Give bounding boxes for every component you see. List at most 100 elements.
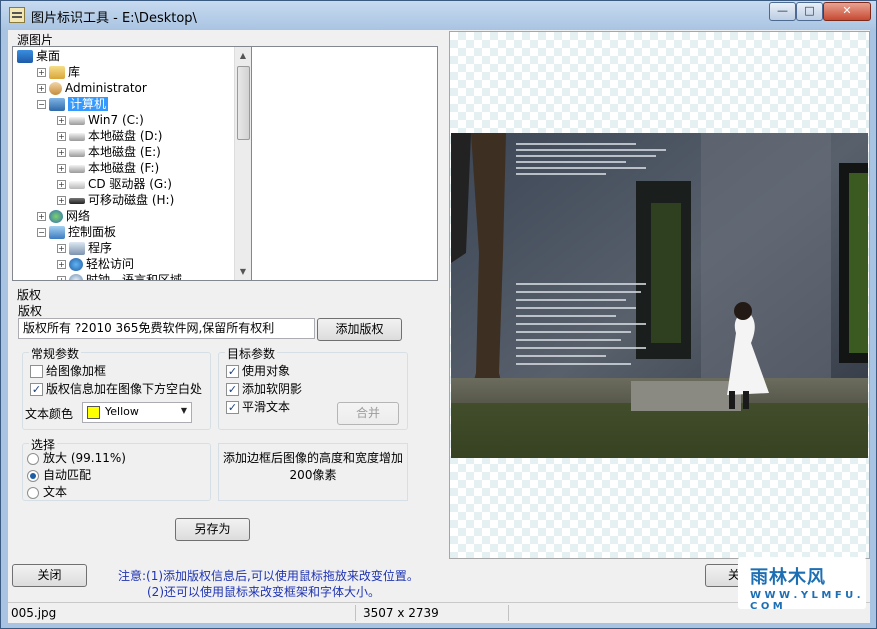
status-dimensions: 3507 x 2739 bbox=[363, 606, 439, 620]
drive-icon bbox=[69, 132, 85, 141]
expand-icon[interactable]: + bbox=[57, 260, 66, 269]
target-params-group: 目标参数 ✓ 使用对象 ✓ 添加软阴影 ✓ 平滑文本 合并 bbox=[218, 345, 408, 430]
add-copyright-button[interactable]: 添加版权 bbox=[317, 318, 402, 341]
tree-item[interactable]: + 本地磁盘 (D:) bbox=[57, 128, 162, 144]
info-below-label: 版权信息加在图像下方空白处 bbox=[46, 382, 203, 396]
expand-icon[interactable]: + bbox=[57, 116, 66, 125]
expand-icon[interactable]: + bbox=[37, 68, 46, 77]
select-option[interactable]: 自动匹配 bbox=[27, 467, 91, 483]
maximize-button[interactable]: □ bbox=[796, 2, 823, 21]
user-icon bbox=[49, 82, 62, 95]
image-preview[interactable] bbox=[449, 31, 870, 559]
tree-scrollbar[interactable]: ▲ ▼ bbox=[234, 47, 251, 280]
use-object-checkbox[interactable]: ✓ 使用对象 bbox=[226, 363, 290, 379]
expand-icon[interactable]: + bbox=[57, 196, 66, 205]
tree-item[interactable]: + Win7 (C:) bbox=[57, 112, 144, 128]
watermark-url-text: W W W . Y L M F U . C O M bbox=[750, 590, 861, 612]
use-object-label: 使用对象 bbox=[242, 364, 291, 378]
usage-note-line-2: (2)还可以使用鼠标来改变框架和字体大小。 bbox=[147, 585, 380, 599]
radio-button[interactable] bbox=[27, 452, 39, 465]
collapse-icon[interactable]: − bbox=[37, 228, 46, 237]
merge-button[interactable]: 合并 bbox=[337, 402, 399, 425]
control-panel-icon bbox=[49, 226, 65, 239]
tree-item-label: 时钟、语言和区域 bbox=[86, 273, 183, 281]
expand-icon[interactable]: + bbox=[57, 244, 66, 253]
expand-icon[interactable]: + bbox=[57, 164, 66, 173]
tree-item-label: 桌面 bbox=[36, 49, 61, 63]
copyright-field-label: 版权 bbox=[18, 304, 43, 318]
computer-icon bbox=[49, 98, 65, 111]
tree-item-label: 本地磁盘 (F:) bbox=[88, 161, 160, 175]
expand-icon[interactable]: + bbox=[57, 148, 66, 157]
tree-item[interactable]: + 程序 bbox=[57, 240, 112, 256]
expand-icon[interactable]: + bbox=[37, 84, 46, 93]
app-window: 图片标识工具 - E:\Desktop\ — □ ✕ 源图片 桌面 + 库 + Admi… bbox=[0, 0, 877, 629]
smooth-text-label: 平滑文本 bbox=[242, 400, 291, 414]
window-title: 图片标识工具 - E:\Desktop\ bbox=[31, 11, 197, 26]
tree-item[interactable]: 桌面 bbox=[17, 48, 60, 64]
smooth-text-box[interactable]: ✓ bbox=[226, 401, 239, 414]
tree-item[interactable]: + 库 bbox=[37, 64, 80, 80]
expand-icon[interactable]: + bbox=[57, 180, 66, 189]
soft-shadow-box[interactable]: ✓ bbox=[226, 383, 239, 396]
copyright-section-label: 版权 bbox=[17, 288, 42, 302]
tree-item[interactable]: + 本地磁盘 (E:) bbox=[57, 144, 161, 160]
desktop-icon bbox=[17, 50, 33, 63]
scroll-thumb[interactable] bbox=[237, 66, 250, 140]
text-color-value: Yellow bbox=[105, 405, 139, 418]
close-button[interactable]: 关闭 bbox=[12, 564, 87, 587]
tree-item[interactable]: + Administrator bbox=[37, 80, 147, 96]
tree-item-label: 控制面板 bbox=[68, 225, 117, 239]
tree-item[interactable]: − 计算机 bbox=[37, 96, 109, 112]
tree-item[interactable]: + 网络 bbox=[37, 208, 90, 224]
collapse-icon[interactable]: − bbox=[37, 100, 46, 109]
select-option[interactable]: 文本 bbox=[27, 484, 67, 500]
expand-icon[interactable]: + bbox=[37, 212, 46, 221]
copyright-input[interactable]: 版权所有 ?2010 365免费软件网,保留所有权利 bbox=[18, 318, 315, 339]
tree-item[interactable]: + 轻松访问 bbox=[57, 256, 134, 272]
photo-image bbox=[451, 133, 868, 458]
use-object-box[interactable]: ✓ bbox=[226, 365, 239, 378]
tree-item-label: 程序 bbox=[88, 241, 113, 255]
title-bar[interactable]: 图片标识工具 - E:\Desktop\ — □ ✕ bbox=[1, 1, 876, 30]
select-option[interactable]: 放大 (99.11%) bbox=[27, 450, 126, 466]
file-list[interactable] bbox=[251, 46, 438, 281]
watermark-main-text: 雨林木风 bbox=[750, 567, 826, 588]
dropdown-arrow-icon[interactable]: ▼ bbox=[181, 406, 187, 415]
minimize-button[interactable]: — bbox=[769, 2, 796, 21]
tree-item-label: 计算机 bbox=[68, 97, 109, 111]
border-note-box: 添加边框后图像的高度和宽度增加200像素 bbox=[218, 443, 408, 501]
info-below-checkbox[interactable]: ✓ 版权信息加在图像下方空白处 bbox=[30, 381, 202, 397]
folder-tree[interactable]: 桌面 + 库 + Administrator − 计算机 + Win7 (C:) + 本地磁盘 (D… bbox=[12, 46, 252, 281]
radio-button[interactable] bbox=[27, 469, 39, 482]
text-color-select[interactable]: Yellow ▼ bbox=[82, 402, 192, 423]
scroll-down-arrow-icon[interactable]: ▼ bbox=[235, 263, 251, 280]
save-as-button[interactable]: 另存为 bbox=[175, 518, 250, 541]
tree-item[interactable]: + 本地磁盘 (F:) bbox=[57, 160, 159, 176]
tree-item[interactable]: + 可移动磁盘 (H:) bbox=[57, 192, 174, 208]
target-params-title: 目标参数 bbox=[225, 345, 278, 362]
close-window-button[interactable]: ✕ bbox=[823, 2, 871, 21]
tree-item[interactable]: − 控制面板 bbox=[37, 224, 116, 240]
status-filename: 005.jpg bbox=[11, 606, 57, 620]
preview-photo[interactable] bbox=[451, 133, 868, 458]
accessibility-icon bbox=[69, 258, 83, 271]
radio-button[interactable] bbox=[27, 486, 39, 499]
add-frame-box[interactable] bbox=[30, 365, 43, 378]
app-icon bbox=[9, 7, 25, 23]
tree-item[interactable]: + CD 驱动器 (G:) bbox=[57, 176, 172, 192]
tree-item[interactable]: + 时钟、语言和区域 bbox=[57, 272, 183, 281]
general-params-title: 常规参数 bbox=[29, 345, 82, 362]
soft-shadow-checkbox[interactable]: ✓ 添加软阴影 bbox=[226, 381, 302, 397]
drive-icon bbox=[69, 116, 85, 125]
expand-icon[interactable]: + bbox=[57, 276, 66, 280]
scroll-up-arrow-icon[interactable]: ▲ bbox=[235, 47, 251, 64]
settings-panel: 源图片 桌面 + 库 + Administrator − 计算机 + Win7 (C:) + 本地磁… bbox=[8, 30, 441, 558]
tree-item-label: CD 驱动器 (G:) bbox=[88, 177, 172, 191]
tree-item-label: 轻松访问 bbox=[86, 257, 135, 271]
info-below-box[interactable]: ✓ bbox=[30, 383, 43, 396]
smooth-text-checkbox[interactable]: ✓ 平滑文本 bbox=[226, 399, 290, 415]
add-frame-checkbox[interactable]: 给图像加框 bbox=[30, 363, 106, 379]
expand-icon[interactable]: + bbox=[57, 132, 66, 141]
border-note-text: 添加边框后图像的高度和宽度增加200像素 bbox=[223, 451, 404, 482]
